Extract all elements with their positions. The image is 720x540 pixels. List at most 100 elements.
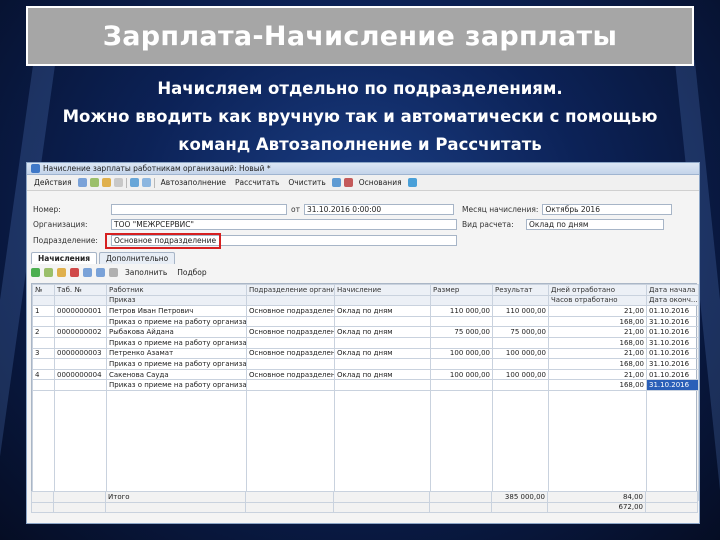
table-row-sub[interactable]: Приказ о приеме на работу организаций 00… — [32, 358, 699, 370]
table-row[interactable]: 2 0000000002 Рыбакова Айдана Основное по… — [32, 326, 699, 338]
print-icon[interactable] — [331, 178, 341, 187]
cell-empty — [246, 358, 335, 370]
table-row-sub[interactable]: Приказ о приеме на работу организаций 00… — [32, 336, 699, 349]
cell-order: Приказ о приеме на работу организаций 00… — [106, 379, 247, 391]
cell-empty — [53, 501, 106, 514]
select-button[interactable]: Подбор — [174, 268, 209, 277]
cell-size: 110 000,00 — [430, 305, 493, 317]
clear-button[interactable]: Очистить — [285, 178, 328, 187]
date-field[interactable]: 31.10.2016 0:00:00 — [303, 204, 454, 215]
cell-result: 100 000,00 — [492, 368, 549, 381]
tab-additional[interactable]: Дополнительно — [99, 252, 176, 264]
col-empty — [246, 294, 335, 307]
cell-n: 2 — [32, 326, 55, 338]
col-start[interactable]: Дата начала — [646, 284, 699, 296]
delete-row-icon[interactable] — [70, 268, 79, 277]
table-row-sub[interactable]: Приказ о приеме на работу организаций 00… — [32, 379, 699, 391]
cell-accrual: Оклад по дням — [334, 347, 431, 360]
cell-end-selected[interactable]: 31.10.2016 — [646, 379, 699, 391]
subtitle-line-1: Начисляем отдельно по подразделениям. — [157, 79, 563, 98]
col-end[interactable]: Дата оконч... — [646, 294, 699, 307]
table-row-sub[interactable]: Приказ о приеме на работу организаций 00… — [32, 315, 699, 328]
cell-tab: 0000000003 — [54, 347, 107, 360]
cell-empty — [429, 491, 492, 503]
cell-empty — [334, 358, 431, 370]
cell-empty — [334, 389, 431, 501]
edit-icon[interactable] — [101, 178, 111, 187]
cell-n: 4 — [32, 368, 55, 381]
delete-icon[interactable] — [343, 178, 353, 187]
cell-empty — [492, 379, 549, 391]
organization-field[interactable]: ТОО "МЕЖРСЕРВИС" — [111, 219, 457, 230]
move-up-icon[interactable] — [83, 268, 92, 277]
add-icon[interactable] — [77, 178, 87, 187]
bases-button[interactable]: Основания — [356, 178, 405, 187]
autofill-button[interactable]: Автозаполнение — [158, 178, 229, 187]
cell-result: 110 000,00 — [492, 305, 549, 317]
totals-label: Итого — [105, 491, 246, 503]
cell-empty — [32, 336, 55, 349]
header-row-1: № Таб. № Работник Подразделение организа… — [32, 284, 699, 296]
add-row-icon[interactable] — [31, 268, 40, 277]
cell-empty — [430, 379, 493, 391]
document-window: Начисление зарплаты работникам организац… — [26, 162, 700, 524]
sort-icon[interactable] — [109, 268, 118, 277]
copy-icon[interactable] — [89, 178, 99, 187]
cell-hours: 168,00 — [548, 336, 647, 349]
cell-empty — [430, 336, 493, 349]
cell-accrual: Оклад по дням — [334, 305, 431, 317]
copy-row-icon[interactable] — [44, 268, 53, 277]
help-icon[interactable] — [407, 178, 417, 187]
totals-hours: 672,00 — [547, 501, 646, 514]
cell-empty — [54, 358, 107, 370]
col-n[interactable]: № — [32, 284, 55, 296]
col-accrual[interactable]: Начисление — [334, 284, 431, 296]
month-field[interactable]: Октябрь 2016 — [542, 204, 673, 215]
edit-row-icon[interactable] — [57, 268, 66, 277]
find-icon[interactable] — [113, 178, 123, 187]
cell-empty — [646, 389, 699, 501]
col-empty — [430, 294, 493, 307]
table-row[interactable]: 3 0000000003 Петренко Азамат Основное по… — [32, 347, 699, 360]
cell-empty — [645, 501, 698, 514]
table-row[interactable]: 1 0000000001 Петров Иван Петрович Основн… — [32, 305, 699, 317]
col-empty — [32, 294, 55, 307]
table-row[interactable]: 4 0000000004 Сакенова Сауда Основное под… — [32, 368, 699, 381]
number-field[interactable] — [111, 204, 287, 215]
calculate-button[interactable]: Рассчитать — [232, 178, 282, 187]
move-down-icon[interactable] — [96, 268, 105, 277]
cell-empty — [31, 501, 54, 514]
col-worker[interactable]: Работник — [106, 284, 247, 296]
structure-icon[interactable] — [141, 178, 151, 187]
subtitle-line-3: команд Автозаполнение и Рассчитать — [178, 135, 542, 154]
cell-days: 21,00 — [548, 368, 647, 381]
col-result[interactable]: Результат — [492, 284, 549, 296]
organization-label: Организация: — [33, 220, 88, 229]
col-hours[interactable]: Часов отработано — [548, 294, 647, 307]
totals-days: 84,00 — [547, 491, 646, 503]
cell-start: 01.10.2016 — [646, 326, 699, 338]
actions-menu[interactable]: Действия — [31, 178, 75, 187]
col-size[interactable]: Размер — [430, 284, 493, 296]
cell-order: Приказ о приеме на работу организаций 00… — [106, 336, 247, 349]
cell-days: 21,00 — [548, 347, 647, 360]
fill-button[interactable]: Заполнить — [122, 268, 170, 277]
month-row: Месяц начисления: Октябрь 2016 — [462, 204, 673, 215]
cell-empty — [106, 389, 247, 501]
cell-tab: 0000000001 — [54, 305, 107, 317]
calc-type-field[interactable]: Оклад по дням — [526, 219, 664, 230]
header-row-2: Приказ Часов отработано Дата оконч... — [32, 294, 699, 307]
totals-result: 385 000,00 — [491, 491, 548, 503]
window-titlebar: Начисление зарплаты работникам организац… — [27, 163, 699, 175]
col-order[interactable]: Приказ — [106, 294, 247, 307]
filter-icon[interactable] — [129, 178, 139, 187]
col-tab[interactable]: Таб. № — [54, 284, 107, 296]
cell-worker: Петров Иван Петрович — [106, 305, 247, 317]
cell-empty — [32, 379, 55, 391]
col-division[interactable]: Подразделение организации — [246, 284, 335, 296]
col-days[interactable]: Дней отработано — [548, 284, 647, 296]
cell-division: Основное подразделение — [246, 368, 335, 381]
cell-accrual: Оклад по дням — [334, 368, 431, 381]
tab-accruals[interactable]: Начисления — [31, 252, 98, 264]
col-empty — [492, 294, 549, 307]
